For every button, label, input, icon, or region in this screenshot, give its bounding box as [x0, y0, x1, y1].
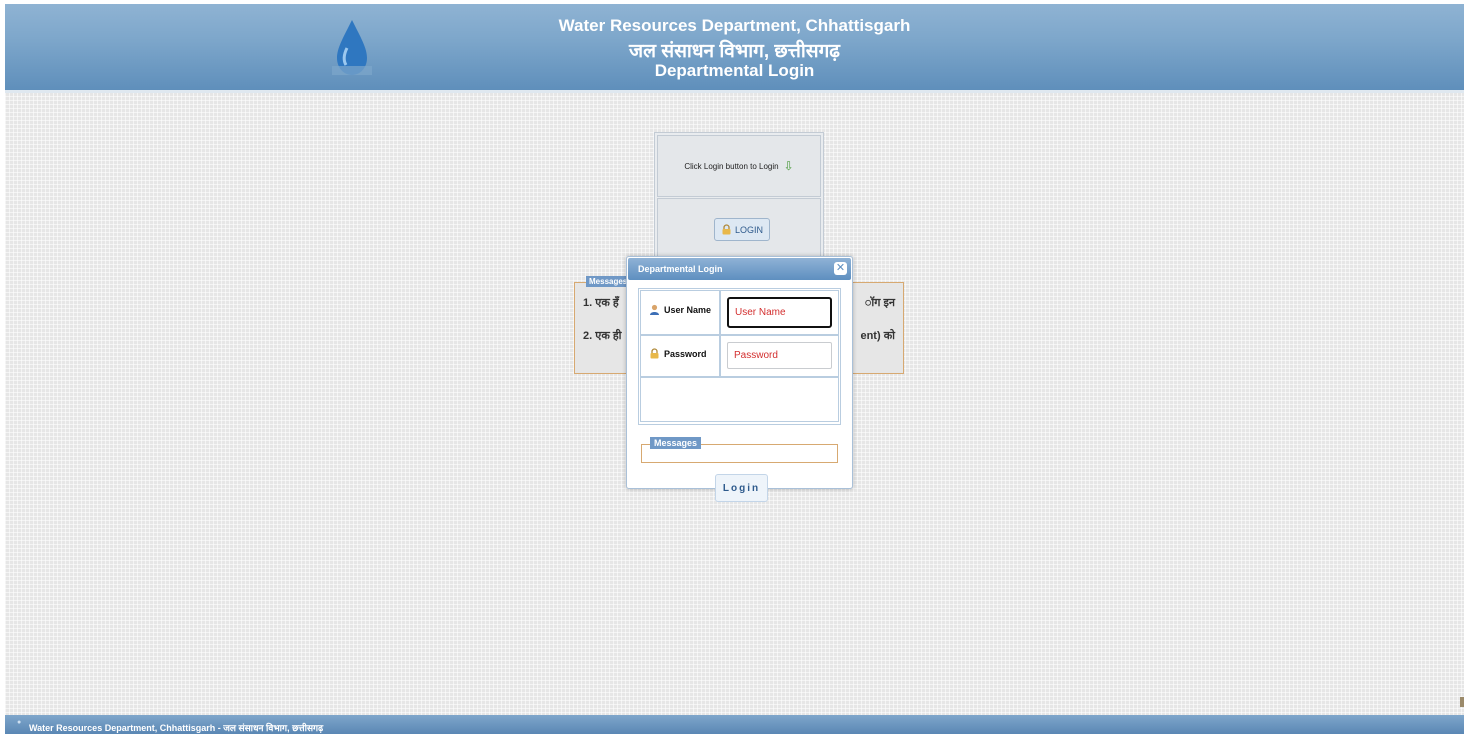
submit-cell: Login: [640, 377, 839, 502]
username-input-cell: [720, 290, 839, 335]
header-title-hi: जल संसाधन विभाग, छत्तीसगढ़: [628, 41, 840, 62]
background-messages-legend: Messages: [586, 276, 631, 287]
user-icon: [650, 304, 659, 315]
dialog-titlebar[interactable]: Departmental Login ✕: [628, 258, 851, 280]
login-form: User Name Password Login: [638, 288, 841, 502]
password-input-cell: [720, 335, 839, 377]
open-login-button[interactable]: LOGIN: [714, 218, 770, 241]
background-message-2: 2. एक ही: [583, 330, 622, 342]
footer-bullet-icon: ●: [17, 719, 22, 726]
login-instruction: Click Login button to Login: [684, 161, 779, 171]
username-label-cell: User Name: [640, 290, 720, 335]
background-message-1-end: ॉग इन: [864, 297, 895, 309]
password-label: Password: [649, 348, 707, 359]
page-edge-marker: [1460, 697, 1464, 707]
down-arrow-icon: ⇩: [783, 159, 794, 173]
close-icon[interactable]: ✕: [834, 262, 847, 275]
login-submit-button[interactable]: Login: [715, 474, 768, 502]
dialog-title: Departmental Login: [638, 264, 723, 274]
password-label-cell: Password: [640, 335, 720, 377]
username-label-text: User Name: [664, 304, 712, 315]
password-input[interactable]: [727, 342, 832, 369]
dialog-messages-legend: Messages: [650, 437, 702, 449]
header-title-en: Water Resources Department, Chhattisgarh: [558, 16, 911, 35]
header-banner: Water Resources Department, Chhattisgarh…: [5, 4, 1464, 93]
login-instruction-cell: Click Login button to Login ⇩: [657, 135, 821, 197]
open-login-label: LOGIN: [734, 224, 763, 235]
login-dialog: Departmental Login ✕ User Name Password: [626, 256, 853, 502]
background-message-2-end: ent) को: [860, 330, 895, 342]
dialog-messages-box: Messages: [641, 437, 838, 463]
username-input[interactable]: [727, 297, 832, 328]
footer-bar: ● Water Resources Department, Chhattisga…: [5, 715, 1464, 734]
lock-icon: [650, 348, 659, 359]
login-button-cell: LOGIN: [657, 198, 821, 260]
login-panel: Click Login button to Login ⇩ LOGIN: [654, 132, 824, 262]
password-label-text: Password: [664, 348, 707, 359]
username-label: User Name: [649, 304, 711, 315]
header-subtitle: Departmental Login: [654, 61, 815, 80]
lock-icon: [722, 224, 731, 235]
footer-text: Water Resources Department, Chhattisgarh…: [29, 723, 324, 733]
background-message-1: 1. एक हँ: [583, 297, 619, 309]
